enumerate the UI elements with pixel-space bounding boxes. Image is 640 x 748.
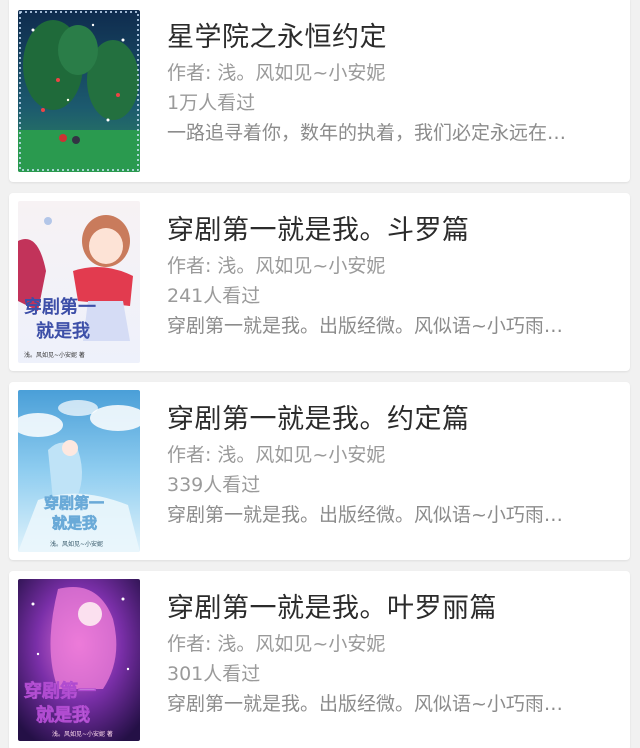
book-title[interactable]: 穿剧第一就是我。约定篇 (167, 400, 616, 440)
book-info: 穿剧第一就是我。斗罗篇 作者: 浅。风如见~小安妮 241人看过 穿剧第一就是我… (167, 211, 616, 341)
cover-title-line1: 穿剧第一 (24, 296, 96, 318)
author-label: 作者: (167, 62, 212, 84)
book-card[interactable]: 穿剧第一 就是我 浅。风如见~小安妮 著 穿剧第一就是我。斗罗篇 作者: 浅。风… (9, 193, 630, 371)
cover-title-line2: 就是我 (36, 704, 90, 726)
cover-title-line1: 穿剧第一 (44, 494, 104, 512)
cover-author: 浅。风如见~小安妮 (50, 540, 103, 548)
author-label: 作者: (167, 444, 212, 466)
view-count: 1万人看过 (167, 92, 256, 114)
book-card[interactable]: 穿剧第一 就是我 浅。风如见~小安妮 穿剧第一就是我。约定篇 作者: 浅。风如见… (9, 382, 630, 560)
book-description: 穿剧第一就是我。出版经微。风似语~小巧雨… (167, 693, 563, 715)
book-description: 穿剧第一就是我。出版经微。风似语~小巧雨… (167, 315, 563, 337)
purple-fairy-cover-image: 穿剧第一 就是我 浅。风如见~小安妮 著 (18, 579, 140, 741)
book-title[interactable]: 穿剧第一就是我。斗罗篇 (167, 211, 616, 251)
author-name: 浅。风如见~小安妮 (217, 633, 386, 655)
view-count: 241人看过 (167, 285, 261, 307)
view-count: 339人看过 (167, 474, 261, 496)
book-author-row: 作者: 浅。风如见~小安妮 (167, 251, 616, 281)
book-author-row: 作者: 浅。风如见~小安妮 (167, 440, 616, 470)
book-author-row: 作者: 浅。风如见~小安妮 (167, 58, 616, 88)
book-cover-blue-sky[interactable]: 穿剧第一 就是我 浅。风如见~小安妮 (18, 390, 140, 552)
book-cover-starry-forest[interactable] (18, 10, 140, 172)
book-card[interactable]: 星学院之永恒约定 作者: 浅。风如见~小安妮 1万人看过 一路追寻着你，数年的执… (9, 0, 630, 182)
anime-girl-cover-image: 穿剧第一 就是我 浅。风如见~小安妮 著 (18, 201, 140, 363)
blue-sky-girl-cover-image: 穿剧第一 就是我 浅。风如见~小安妮 (18, 390, 140, 552)
cover-title-line1: 穿剧第一 (24, 680, 96, 702)
book-card[interactable]: 穿剧第一 就是我 浅。风如见~小安妮 著 穿剧第一就是我。叶罗丽篇 作者: 浅。… (9, 571, 630, 748)
book-cover-anime-girl[interactable]: 穿剧第一 就是我 浅。风如见~小安妮 著 (18, 201, 140, 363)
cover-author: 浅。风如见~小安妮 著 (52, 730, 113, 738)
cover-author: 浅。风如见~小安妮 著 (24, 351, 85, 359)
view-count: 301人看过 (167, 663, 261, 685)
book-info: 穿剧第一就是我。约定篇 作者: 浅。风如见~小安妮 339人看过 穿剧第一就是我… (167, 400, 616, 530)
cover-title-line2: 就是我 (52, 514, 97, 532)
book-cover-purple-fairy[interactable]: 穿剧第一 就是我 浅。风如见~小安妮 著 (18, 579, 140, 741)
book-info: 穿剧第一就是我。叶罗丽篇 作者: 浅。风如见~小安妮 301人看过 穿剧第一就是… (167, 589, 616, 719)
book-title[interactable]: 穿剧第一就是我。叶罗丽篇 (167, 589, 616, 629)
book-author-row: 作者: 浅。风如见~小安妮 (167, 629, 616, 659)
starry-forest-cover-image (18, 10, 140, 172)
author-name: 浅。风如见~小安妮 (217, 444, 386, 466)
book-description: 一路追寻着你，数年的执着，我们必定永远在… (167, 122, 567, 144)
book-description: 穿剧第一就是我。出版经微。风似语~小巧雨… (167, 504, 563, 526)
book-title[interactable]: 星学院之永恒约定 (167, 18, 616, 58)
author-label: 作者: (167, 633, 212, 655)
author-name: 浅。风如见~小安妮 (217, 255, 386, 277)
cover-title-line2: 就是我 (36, 320, 90, 342)
book-info: 星学院之永恒约定 作者: 浅。风如见~小安妮 1万人看过 一路追寻着你，数年的执… (167, 18, 616, 148)
author-label: 作者: (167, 255, 212, 277)
author-name: 浅。风如见~小安妮 (217, 62, 386, 84)
book-list: 星学院之永恒约定 作者: 浅。风如见~小安妮 1万人看过 一路追寻着你，数年的执… (0, 0, 640, 748)
